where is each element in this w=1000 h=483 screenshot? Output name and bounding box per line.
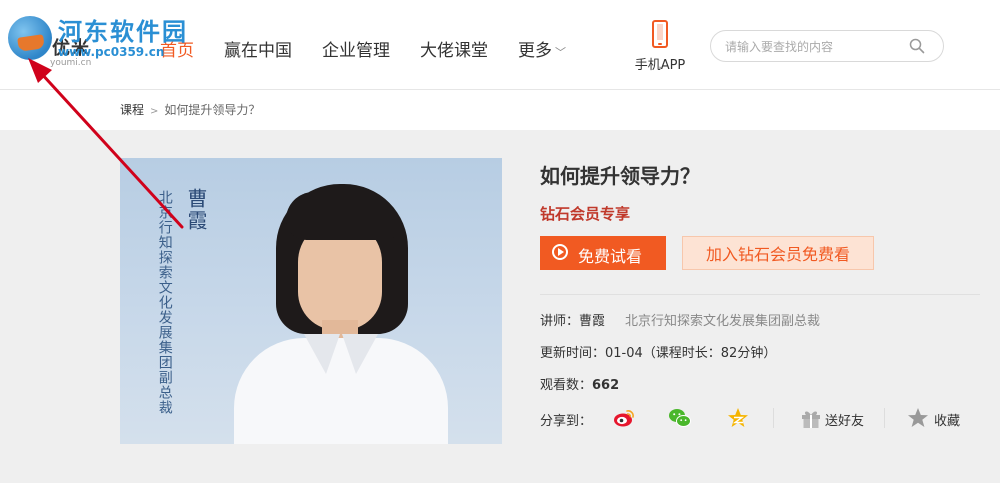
send-friend-label[interactable]: 送好友 [825, 410, 864, 429]
teacher-label: 讲师： [540, 314, 580, 329]
star-icon[interactable] [906, 406, 930, 430]
weibo-icon[interactable] [612, 406, 636, 430]
cover-speaker-name: 曹霞 [184, 188, 208, 232]
teacher-title: 北京行知探索文化发展集团副总裁 [625, 314, 821, 329]
breadcrumb: 课程 > 如何提升领导力？ [120, 101, 260, 118]
views-row: 观看数：662 [540, 374, 980, 393]
teacher-row: 讲师：曹霞 北京行知探索文化发展集团副总裁 [540, 310, 980, 329]
gift-icon[interactable] [799, 406, 823, 430]
nav-item-boss-class[interactable]: 大佬课堂 [420, 36, 488, 61]
mobile-app-link[interactable]: 手机APP [628, 20, 692, 73]
share-bar: 分享到： 送好友 收藏 [540, 406, 980, 430]
divider [540, 294, 980, 295]
nav-item-home[interactable]: 首页 [160, 36, 194, 61]
join-diamond-member-button[interactable]: 加入钻石会员免费看 [682, 236, 874, 270]
chevron-down-icon: ﹀ [555, 46, 566, 59]
mobile-app-label: 手机APP [634, 58, 686, 73]
course-panel: 北京行知探索文化发展集团副总裁 曹霞 如何提升领导力？ 钻石会员专享 免费试看 [0, 130, 1000, 483]
course-cover-image: 北京行知探索文化发展集团副总裁 曹霞 [120, 158, 502, 444]
course-info: 如何提升领导力？ 钻石会员专享 免费试看 加入钻石会员免费看 讲师：曹霞 北京行知… [540, 160, 980, 430]
nav-more-label: 更多 [518, 41, 552, 61]
speaker-portrait [220, 184, 460, 444]
divider [773, 408, 774, 428]
search-box [710, 30, 944, 62]
logo-subtext: youmi.cn [50, 58, 92, 68]
qzone-icon[interactable] [726, 406, 750, 430]
course-actions: 免费试看 加入钻石会员免费看 [540, 236, 980, 270]
wechat-icon[interactable] [668, 406, 692, 430]
search-input[interactable] [725, 38, 905, 56]
logo-text: 优米 [52, 38, 90, 59]
nav-item-win-in-china[interactable]: 赢在中国 [224, 36, 292, 61]
favorite-label[interactable]: 收藏 [934, 410, 960, 429]
nav-item-enterprise-management[interactable]: 企业管理 [322, 36, 390, 61]
divider [884, 408, 885, 428]
breadcrumb-current: 如何提升领导力？ [164, 103, 261, 117]
search-icon[interactable] [909, 38, 925, 54]
course-title: 如何提升领导力？ [540, 164, 700, 188]
phone-icon [652, 20, 668, 48]
breadcrumb-separator: > [150, 106, 159, 117]
free-trial-button[interactable]: 免费试看 [540, 236, 666, 270]
play-icon [552, 244, 568, 260]
page: 优米 youmi.cn 首页 赢在中国 企业管理 大佬课堂 更多 ﹀ 手机APP … [0, 0, 1000, 483]
views-label: 观看数： [540, 378, 593, 393]
site-header: 优米 youmi.cn 首页 赢在中国 企业管理 大佬课堂 更多 ﹀ 手机APP [0, 0, 1000, 90]
update-info: 更新时间：01-04（课程时长：82分钟） [540, 346, 777, 361]
main-nav: 首页 赢在中国 企业管理 大佬课堂 更多 ﹀ [160, 36, 596, 61]
cover-speaker-title: 北京行知探索文化发展集团副总裁 [156, 190, 173, 415]
nav-item-more[interactable]: 更多 ﹀ [518, 36, 566, 61]
share-label: 分享到： [540, 414, 593, 429]
free-trial-label: 免费试看 [578, 249, 643, 266]
breadcrumb-root[interactable]: 课程 [120, 103, 144, 117]
logo-mark-icon [8, 16, 52, 60]
site-logo[interactable]: 优米 youmi.cn [8, 14, 98, 74]
teacher-name[interactable]: 曹霞 [579, 314, 605, 329]
views-count: 662 [592, 378, 620, 393]
member-exclusive-tag: 钻石会员专享 [540, 205, 631, 223]
